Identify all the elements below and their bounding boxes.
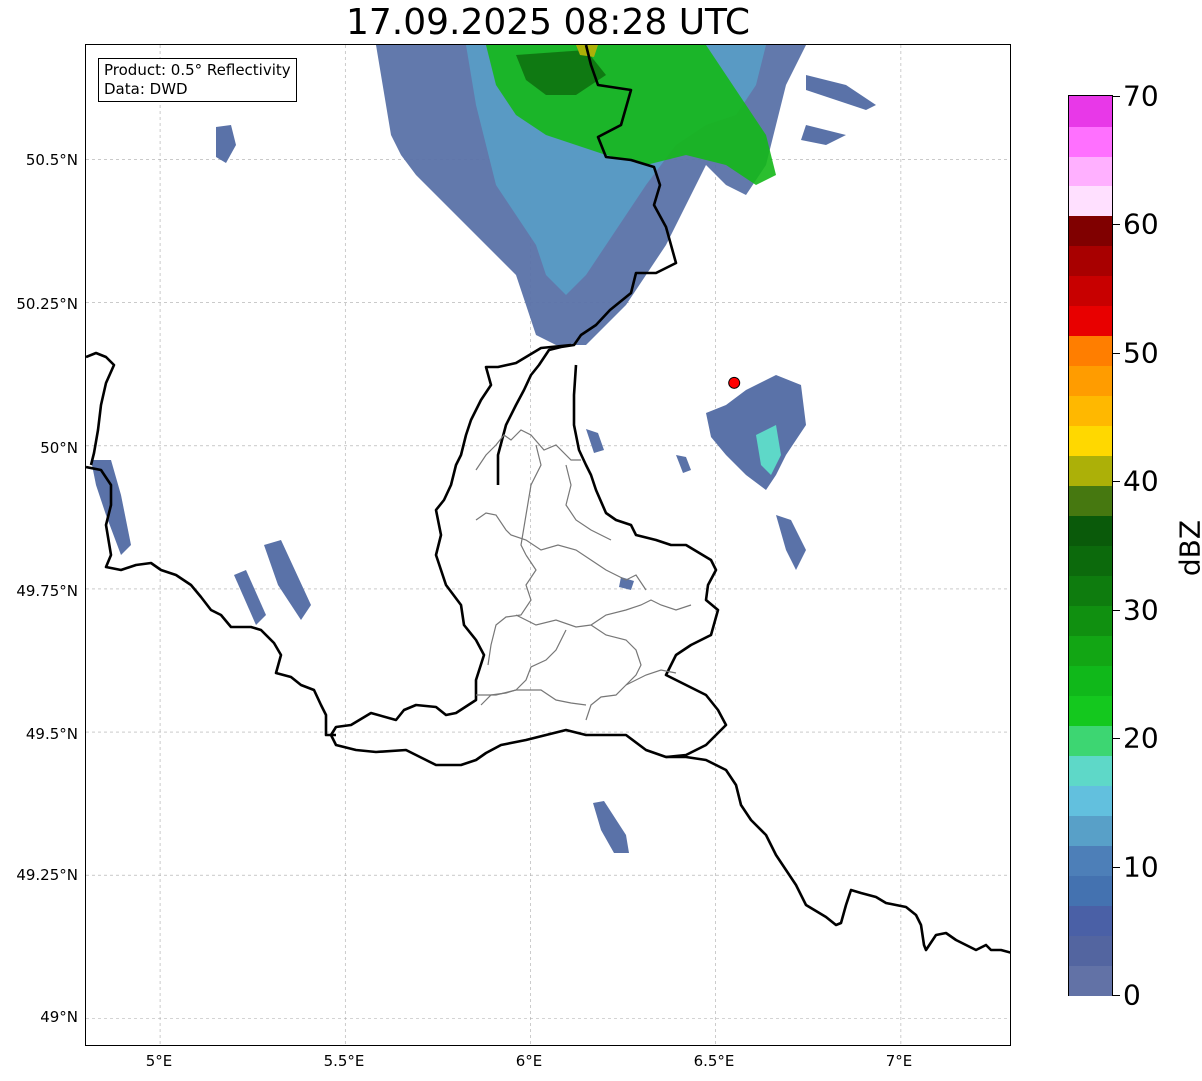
radar-site-marker: [728, 376, 741, 389]
echo-south-small: [593, 801, 629, 853]
colorbar-tick-label: 50: [1123, 336, 1159, 370]
colorbar-tick: [1113, 738, 1120, 740]
map-canvas[interactable]: [86, 45, 1011, 1046]
radar-map[interactable]: Product: 0.5° Reflectivity Data: DWD: [85, 44, 1011, 1046]
colorbar-segment: [1069, 515, 1112, 547]
colorbar-tick: [1113, 224, 1120, 226]
colorbar-segment: [1069, 96, 1112, 127]
colorbar-tick-label: 10: [1123, 850, 1159, 884]
colorbar: [1068, 95, 1113, 996]
lon-label-7: 7°E: [885, 1052, 913, 1070]
colorbar-tick: [1113, 866, 1120, 868]
info-product: Product: 0.5° Reflectivity: [104, 61, 291, 79]
colorbar-segment: [1069, 185, 1112, 217]
lon-label-6.5: 6.5°E: [693, 1052, 735, 1070]
colorbar-segment: [1069, 965, 1112, 996]
colorbar-tick-label: 0: [1123, 978, 1141, 1012]
border-france-north: [86, 351, 116, 466]
echo-west-strip1: [264, 540, 311, 620]
colorbar-label: dBZ: [1173, 519, 1202, 577]
border-france-germany: [666, 755, 1010, 954]
echo-east-tail: [776, 515, 806, 570]
colorbar-segment: [1069, 875, 1112, 906]
colorbar-segment: [1069, 125, 1112, 157]
lat-label-49: 49°N: [40, 1008, 78, 1026]
map-title: 17.09.2025 08:28 UTC: [345, 2, 751, 43]
info-data: Data: DWD: [104, 80, 188, 98]
lat-label-50: 50°N: [40, 439, 78, 457]
lat-label-49.75: 49.75°N: [16, 582, 78, 600]
echo-center-small2: [619, 577, 634, 590]
lon-label-5.5: 5.5°E: [323, 1052, 365, 1070]
echo-center-small1: [586, 429, 604, 453]
colorbar-segment: [1069, 485, 1112, 517]
colorbar-segment: [1069, 695, 1112, 726]
lux-district-borders: [475, 429, 692, 721]
border-luxembourg: [329, 343, 728, 767]
colorbar-segment: [1069, 455, 1112, 487]
echo-west-strip2: [234, 570, 266, 625]
lon-label-6: 6°E: [515, 1052, 543, 1070]
colorbar-segment: [1069, 365, 1112, 397]
colorbar-segment: [1069, 935, 1112, 966]
echo-east-line: [706, 375, 806, 490]
colorbar-tick: [1113, 481, 1120, 483]
lat-label-50.5: 50.5°N: [25, 151, 78, 169]
colorbar-tick-label: 40: [1123, 464, 1159, 498]
colorbar-segment: [1069, 635, 1112, 666]
colorbar-segment: [1069, 245, 1112, 277]
colorbar-segment: [1069, 545, 1112, 577]
info-box: Product: 0.5° Reflectivity Data: DWD: [98, 58, 297, 102]
colorbar-segment: [1069, 335, 1112, 367]
colorbar-tick-label: 70: [1123, 79, 1159, 113]
colorbar-segment: [1069, 815, 1112, 846]
colorbar-segment: [1069, 845, 1112, 876]
colorbar-segment: [1069, 305, 1112, 337]
echo-ne-strip: [806, 75, 876, 110]
colorbar-segment: [1069, 155, 1112, 187]
colorbar-segment: [1069, 725, 1112, 756]
colorbar-tick: [1113, 995, 1120, 996]
colorbar-segment: [1069, 605, 1112, 636]
colorbar-tick-label: 30: [1123, 593, 1159, 627]
echo-east-dots: [676, 455, 691, 473]
lat-label-49.25: 49.25°N: [16, 866, 78, 884]
lat-label-50.25: 50.25°N: [16, 295, 78, 313]
lat-label-49.5: 49.5°N: [25, 725, 78, 743]
colorbar-tick: [1113, 352, 1120, 354]
lon-label-5: 5°E: [145, 1052, 173, 1070]
colorbar-tick: [1113, 96, 1120, 97]
colorbar-tick-label: 20: [1123, 721, 1159, 755]
colorbar-segment: [1069, 425, 1112, 457]
colorbar-segment: [1069, 575, 1112, 607]
colorbar-segment: [1069, 395, 1112, 427]
colorbar-tick: [1113, 609, 1120, 611]
echo-nw-small: [216, 125, 236, 163]
colorbar-segment: [1069, 275, 1112, 307]
colorbar-segment: [1069, 905, 1112, 936]
colorbar-segment: [1069, 665, 1112, 696]
colorbar-segment: [1069, 785, 1112, 816]
echo-ne-strip2: [801, 125, 846, 145]
colorbar-segment: [1069, 755, 1112, 786]
colorbar-tick-label: 60: [1123, 207, 1159, 241]
colorbar-segment: [1069, 215, 1112, 247]
